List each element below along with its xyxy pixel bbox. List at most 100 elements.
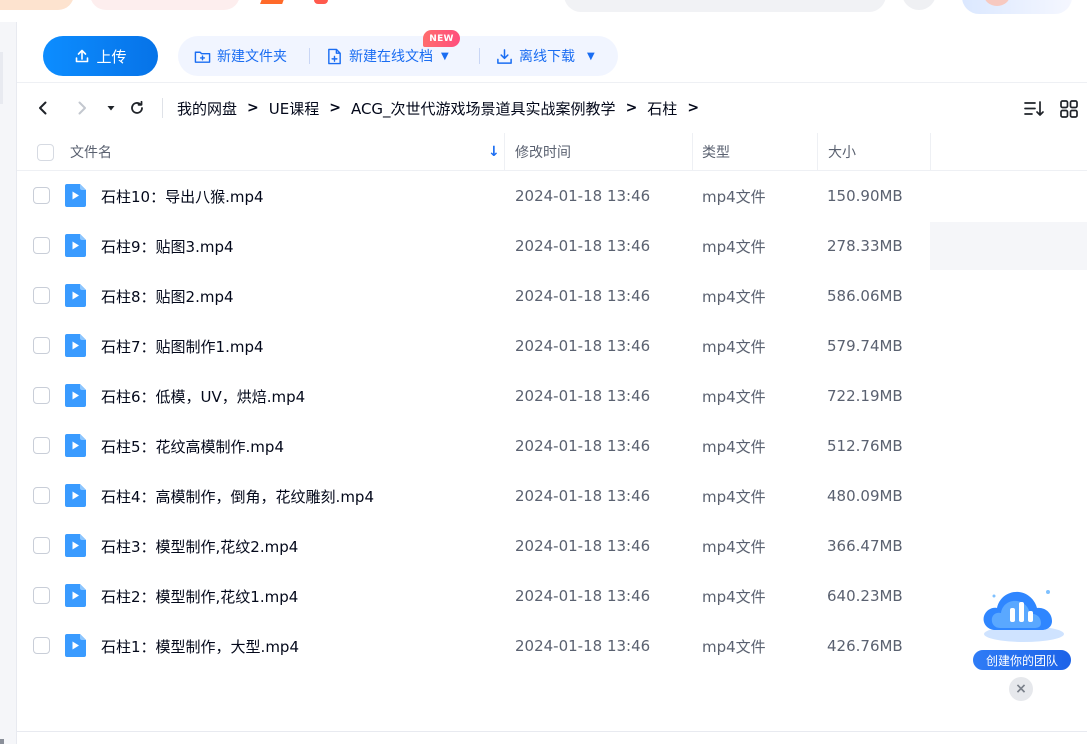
new-folder-label: 新建文件夹 [217,49,287,65]
row-checkbox[interactable] [33,587,50,604]
table-row[interactable]: 石柱8：贴图2.mp4 2024-01-18 13:46 mp4文件 586.06MB [17,271,1087,321]
offline-download-button[interactable]: 离线下载 ▼ [496,36,595,76]
breadcrumb-item-course[interactable]: UE课程 [269,98,319,119]
netdisk-page: 上传 新建文件夹 新建在线文档 ▼ 离线下载 ▼ NEW 我的网盘 > UE课程… [0,0,1087,744]
select-all-checkbox[interactable] [37,133,54,171]
sort-list-button[interactable] [1023,99,1045,119]
file-type: mp4文件 [702,237,766,256]
nav-separator [162,98,163,118]
row-checkbox[interactable] [33,437,50,454]
toolbar-action-group: 新建文件夹 新建在线文档 ▼ 离线下载 ▼ [178,36,618,76]
header-logo-icon [260,0,286,4]
file-modified-time: 2024-01-18 13:46 [515,187,651,205]
refresh-icon [131,100,143,114]
file-type: mp4文件 [702,637,766,656]
column-divider [817,133,818,171]
video-file-icon [65,534,86,557]
row-checkbox[interactable] [33,187,50,204]
row-checkbox[interactable] [33,337,50,354]
file-name[interactable]: 石柱3：模型制作,花纹2.mp4 [101,521,298,571]
table-row[interactable]: 石柱6：低模，UV，烘焙.mp4 2024-01-18 13:46 mp4文件 722… [17,371,1087,421]
table-row[interactable]: 石柱10：导出八猴.mp4 2024-01-18 13:46 mp4文件 150.90… [17,171,1087,221]
file-type: mp4文件 [702,537,766,556]
header-round-button[interactable] [902,0,936,10]
new-doc-icon [328,48,341,64]
list-bottom-divider [17,731,1087,732]
chevron-right-icon: > [329,100,341,116]
table-row[interactable]: 石柱1：模型制作，大型.mp4 2024-01-18 13:46 mp4文件 426.… [17,621,1087,671]
video-file-icon [65,484,86,507]
new-folder-button[interactable]: 新建文件夹 [194,36,287,76]
header-search-bar[interactable] [564,0,886,12]
create-team-button[interactable]: 创建你的团队 [972,649,1072,671]
breadcrumb-item-root[interactable]: 我的网盘 [177,98,237,119]
table-row[interactable]: 石柱3：模型制作,花纹2.mp4 2024-01-18 13:46 mp4文件 366… [17,521,1087,571]
upload-icon [76,49,89,63]
file-name[interactable]: 石柱10：导出八猴.mp4 [101,171,264,221]
row-checkbox[interactable] [33,537,50,554]
refresh-button[interactable] [125,96,149,120]
file-name[interactable]: 石柱2：模型制作,花纹1.mp4 [101,571,298,621]
offline-download-label: 离线下载 [519,49,575,65]
grid-view-button[interactable] [1058,99,1080,119]
row-checkbox[interactable] [33,287,50,304]
column-header-type[interactable]: 类型 [702,133,730,171]
file-size: 640.23MB [827,587,903,605]
chevron-right-icon: > [247,100,259,116]
file-name[interactable]: 石柱5：花纹高模制作.mp4 [101,421,284,471]
file-name[interactable]: 石柱1：模型制作，大型.mp4 [101,621,299,671]
breadcrumb-item-tutorial[interactable]: ACG_次世代游戏场景道具实战案例教学 [351,98,616,119]
row-checkbox[interactable] [33,237,50,254]
file-modified-time: 2024-01-18 13:46 [515,287,651,305]
team-cloud-icon [983,590,1064,642]
row-checkbox[interactable] [33,637,50,654]
sidebar-scroll-marker [0,739,4,744]
file-name[interactable]: 石柱8：贴图2.mp4 [101,271,234,321]
history-dropdown-button[interactable] [99,96,123,120]
file-size: 366.47MB [827,537,903,555]
row-checkbox[interactable] [33,387,50,404]
file-modified-time: 2024-01-18 13:46 [515,437,651,455]
table-row[interactable]: 石柱2：模型制作,花纹1.mp4 2024-01-18 13:46 mp4文件 640… [17,571,1087,621]
column-header-size[interactable]: 大小 [828,133,856,171]
file-size: 426.76MB [827,637,903,655]
user-avatar[interactable] [962,0,1072,14]
row-checkbox[interactable] [33,487,50,504]
file-name[interactable]: 石柱9：贴图3.mp4 [101,221,234,271]
table-row[interactable]: 石柱7：贴图制作1.mp4 2024-01-18 13:46 mp4文件 579.74… [17,321,1087,371]
chevron-right-icon[interactable]: > [687,100,699,116]
video-file-icon [65,234,86,257]
avatar-face-icon [984,0,1010,6]
file-modified-time: 2024-01-18 13:46 [515,237,651,255]
close-icon[interactable]: × [1009,677,1033,701]
column-header-modified[interactable]: 修改时间 [515,133,571,171]
upload-button[interactable]: 上传 [43,36,158,76]
file-type: mp4文件 [702,287,766,306]
video-file-icon [65,334,86,357]
chevron-down-icon[interactable]: ▼ [587,51,595,62]
toolbar-separator [479,48,480,64]
back-button[interactable] [31,96,55,120]
file-name[interactable]: 石柱4：高模制作，倒角，花纹雕刻.mp4 [101,471,374,521]
forward-button[interactable] [70,96,94,120]
column-divider [504,133,505,171]
table-row[interactable]: 石柱5：花纹高模制作.mp4 2024-01-18 13:46 mp4文件 512.7… [17,421,1087,471]
breadcrumb-item-current[interactable]: 石柱 [647,98,677,119]
create-team-widget[interactable]: 创建你的团队 [972,578,1072,674]
video-file-icon [65,634,86,657]
file-name[interactable]: 石柱7：贴图制作1.mp4 [101,321,264,371]
chevron-left-icon [39,101,47,115]
header-tab-secondary[interactable] [90,0,240,10]
file-name[interactable]: 石柱6：低模，UV，烘焙.mp4 [101,371,305,421]
table-row[interactable]: 石柱9：贴图3.mp4 2024-01-18 13:46 mp4文件 278.33MB [17,221,1087,271]
chevron-right-icon: > [625,100,638,116]
column-header-name[interactable]: 文件名 [70,133,112,171]
table-row[interactable]: 石柱4：高模制作，倒角，花纹雕刻.mp4 2024-01-18 13:46 mp4文… [17,471,1087,521]
file-size: 586.06MB [827,287,903,305]
sort-down-icon[interactable]: ↓ [488,144,500,160]
checkbox[interactable] [37,143,54,161]
top-header-strip [0,0,1087,22]
file-size: 579.74MB [827,337,903,355]
video-file-icon [65,434,86,457]
header-tab-left[interactable] [0,0,74,10]
